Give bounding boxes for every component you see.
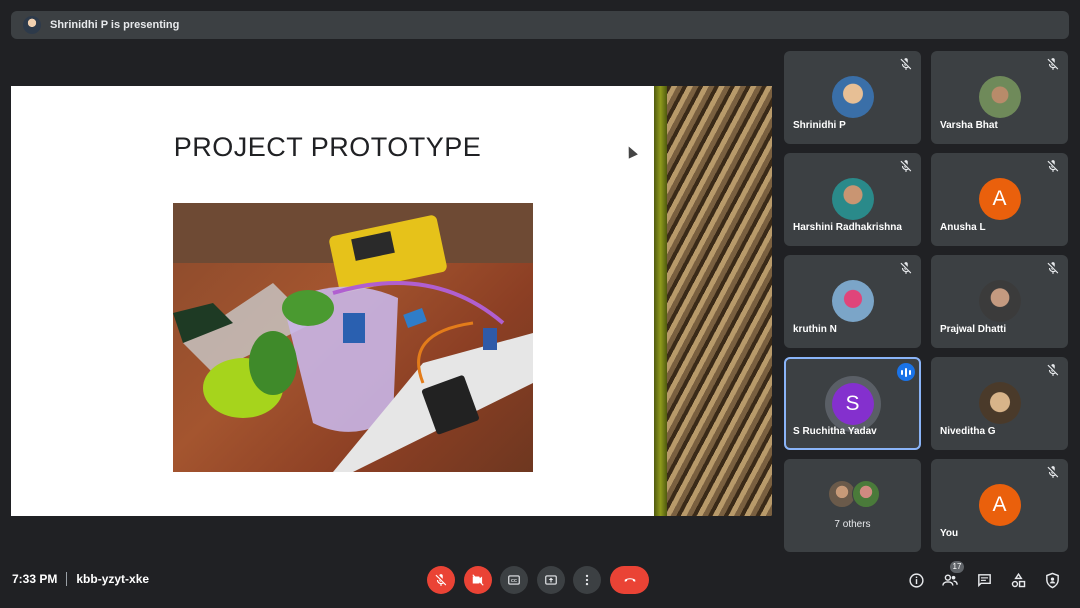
- hang-up-icon: [624, 578, 635, 582]
- slide-accent-stripe: [654, 86, 667, 516]
- participant-avatar: [831, 280, 874, 322]
- participant-tile[interactable]: kruthin N: [784, 255, 921, 348]
- participant-tile[interactable]: Harshini Radhakrishna: [784, 153, 921, 246]
- participant-name: S Ruchitha Yadav: [793, 426, 877, 437]
- participant-name: Harshini Radhakrishna: [793, 222, 902, 233]
- chat-icon: [977, 573, 991, 587]
- captions-button[interactable]: CC: [500, 566, 528, 594]
- mic-off-icon: [900, 58, 912, 70]
- participant-tile[interactable]: Prajwal Dhatti: [931, 255, 1068, 348]
- meeting-code: kbb-yzyt-xke: [76, 572, 150, 586]
- self-tile[interactable]: A You: [931, 459, 1068, 552]
- presenting-banner: Shrinidhi P is presenting: [11, 11, 1069, 39]
- mic-off-icon: [1047, 160, 1059, 172]
- participant-tile[interactable]: Shrinidhi P: [784, 51, 921, 144]
- participant-name: Shrinidhi P: [793, 120, 846, 131]
- participant-name: Prajwal Dhatti: [940, 324, 1007, 335]
- mic-off-icon: [435, 574, 447, 586]
- chat-button[interactable]: [974, 570, 994, 590]
- presenter-avatar: [23, 16, 41, 34]
- more-options-icon: [585, 574, 589, 586]
- participant-tile-active-speaker[interactable]: S S Ruchitha Yadav: [784, 357, 921, 450]
- host-controls-button[interactable]: [1042, 570, 1062, 590]
- mic-off-icon: [1047, 466, 1059, 478]
- participant-avatar: S: [831, 383, 874, 425]
- participant-tile[interactable]: A Anusha L: [931, 153, 1068, 246]
- activities-icon: [1011, 572, 1025, 587]
- speaking-indicator-icon: [897, 363, 915, 381]
- prototype-photo: [173, 203, 533, 472]
- leave-call-button[interactable]: [610, 566, 649, 594]
- participant-tile[interactable]: Niveditha G: [931, 357, 1068, 450]
- meeting-details: 7:33 PM kbb-yzyt-xke: [12, 572, 149, 586]
- activities-button[interactable]: [1008, 570, 1028, 590]
- participant-name: kruthin N: [793, 324, 837, 335]
- svg-text:CC: CC: [511, 578, 517, 583]
- host-controls-icon: [1045, 572, 1059, 588]
- camera-off-icon: [472, 574, 484, 586]
- others-label: 7 others: [834, 519, 871, 530]
- people-count-badge: 17: [950, 561, 964, 573]
- participant-avatar: [978, 76, 1021, 118]
- present-icon: [545, 575, 557, 585]
- info-icon: [908, 572, 924, 588]
- more-options-button[interactable]: [573, 566, 601, 594]
- participant-avatar: [978, 382, 1021, 424]
- mic-off-icon: [1047, 58, 1059, 70]
- captions-icon: CC: [508, 575, 520, 585]
- present-now-button[interactable]: [537, 566, 565, 594]
- slide-field-image: [667, 86, 772, 516]
- others-tile[interactable]: 7 others: [784, 459, 921, 552]
- others-avatars: [828, 480, 880, 508]
- speaking-ring: S: [824, 376, 881, 432]
- participant-avatar: [831, 76, 874, 118]
- self-avatar: A: [978, 484, 1021, 526]
- clock: 7:33 PM: [12, 572, 58, 586]
- mic-off-icon: [1047, 262, 1059, 274]
- participant-avatar: A: [978, 178, 1021, 220]
- participant-tile[interactable]: Varsha Bhat: [931, 51, 1068, 144]
- camera-toggle-button[interactable]: [464, 566, 492, 594]
- mic-off-icon: [900, 160, 912, 172]
- presenting-text: Shrinidhi P is presenting: [50, 19, 180, 31]
- people-button[interactable]: [940, 570, 960, 590]
- participant-name: Niveditha G: [940, 426, 996, 437]
- people-icon: [942, 573, 958, 586]
- slide-title: PROJECT PROTOTYPE: [173, 132, 482, 162]
- participant-avatar: [978, 280, 1021, 322]
- divider: [66, 572, 68, 586]
- participant-name: Anusha L: [940, 222, 986, 233]
- participant-avatar: [831, 178, 874, 220]
- shared-screen[interactable]: PROJECT PROTOTYPE: [11, 86, 772, 516]
- participant-name: You: [940, 528, 959, 539]
- participant-name: Varsha Bhat: [940, 120, 998, 131]
- meeting-details-button[interactable]: [906, 570, 926, 590]
- mic-off-icon: [900, 262, 912, 274]
- mic-off-icon: [1047, 364, 1059, 376]
- microphone-toggle-button[interactable]: [427, 566, 455, 594]
